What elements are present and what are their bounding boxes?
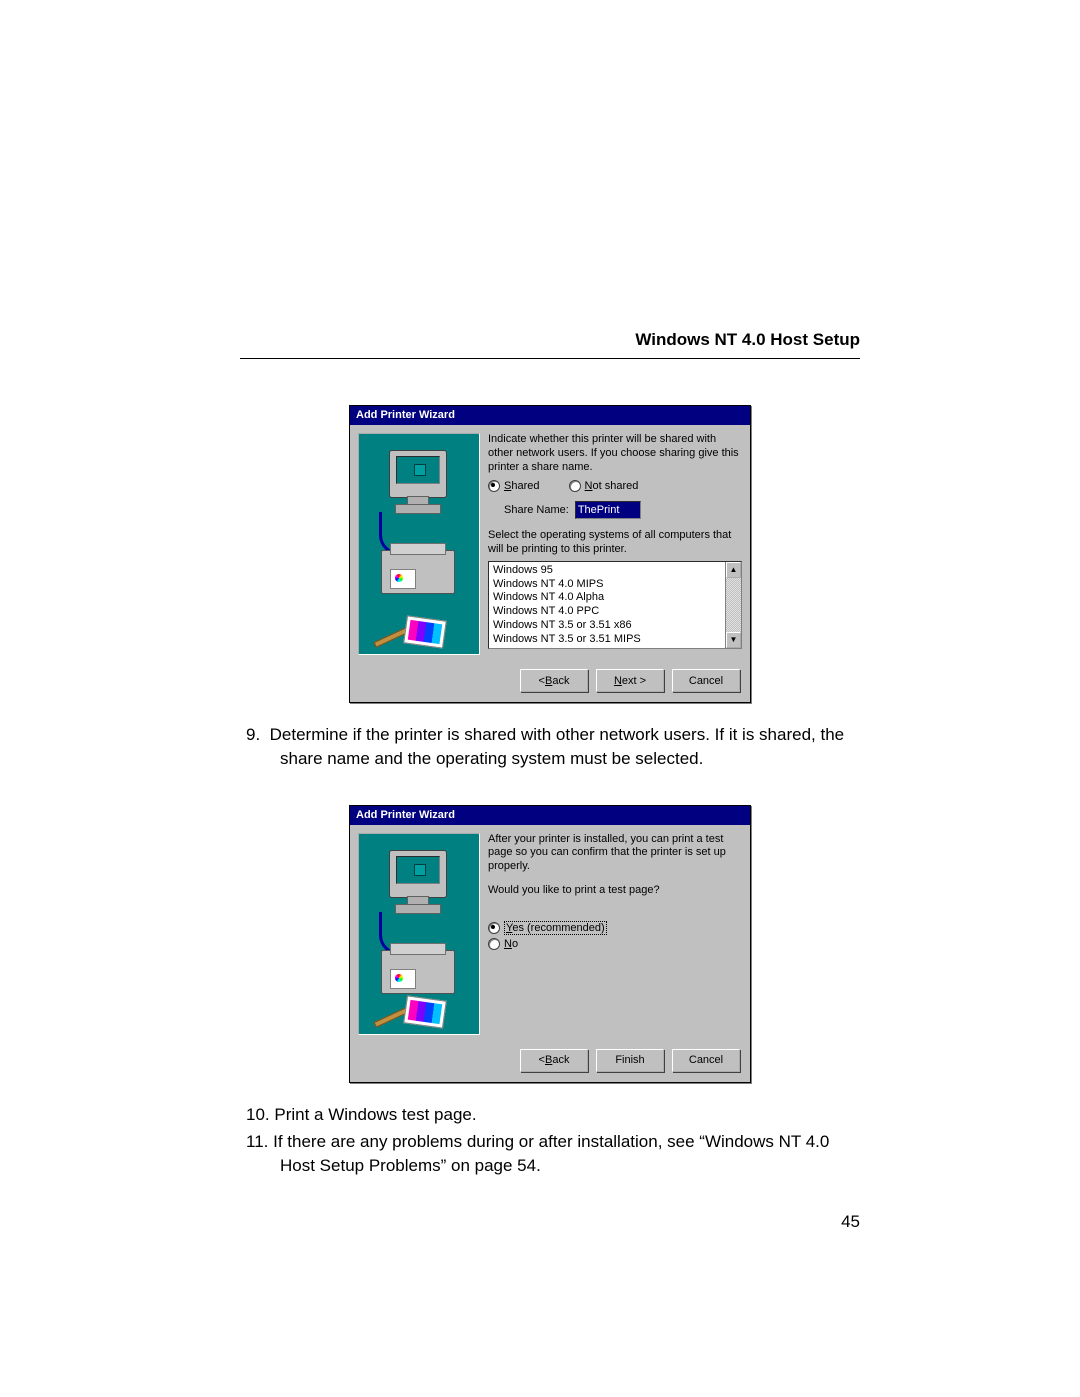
radio-icon: [488, 938, 500, 950]
add-printer-wizard-testpage-dialog: Add Printer Wizard After your printer is…: [349, 805, 751, 1083]
radio-icon: [488, 922, 500, 934]
dialog-titlebar: Add Printer Wizard: [350, 406, 750, 425]
radio-not-shared[interactable]: Not shared: [569, 480, 639, 492]
wizard-illustration: [358, 833, 480, 1035]
add-printer-wizard-share-dialog: Add Printer Wizard Indicate whether this…: [349, 405, 751, 703]
cancel-button[interactable]: Cancel: [672, 669, 740, 692]
share-name-input[interactable]: [575, 501, 641, 519]
header-divider: [240, 358, 860, 359]
radio-no[interactable]: No: [488, 938, 742, 950]
os-list-item[interactable]: Windows NT 4.0 MIPS: [493, 578, 721, 592]
os-list-item[interactable]: Windows NT 4.0 Alpha: [493, 591, 721, 605]
scroll-down-icon[interactable]: ▼: [726, 632, 741, 648]
scrollbar[interactable]: ▲ ▼: [725, 562, 741, 648]
back-button[interactable]: < Back: [520, 669, 588, 692]
step-10: Print a Windows test page.: [276, 1103, 860, 1127]
dialog-titlebar: Add Printer Wizard: [350, 806, 750, 825]
cancel-button[interactable]: Cancel: [672, 1049, 740, 1072]
page-header: Windows NT 4.0 Host Setup: [240, 330, 860, 350]
radio-shared[interactable]: Shared: [488, 480, 539, 492]
next-button[interactable]: Next >: [596, 669, 664, 692]
step-11: If there are any problems during or afte…: [276, 1130, 860, 1178]
radio-icon: [569, 480, 581, 492]
os-list-item[interactable]: Windows NT 3.5 or 3.51 x86: [493, 619, 721, 633]
page-number: 45: [240, 1212, 860, 1232]
os-select-label: Select the operating systems of all comp…: [488, 529, 742, 557]
radio-yes[interactable]: Yes (recommended): [488, 922, 742, 934]
scroll-up-icon[interactable]: ▲: [726, 562, 741, 578]
os-listbox[interactable]: Windows 95Windows NT 4.0 MIPSWindows NT …: [488, 561, 742, 649]
back-button[interactable]: < Back: [520, 1049, 588, 1072]
testpage-text-2: Would you like to print a test page?: [488, 884, 742, 898]
step-9: Determine if the printer is shared with …: [276, 723, 860, 771]
os-list-item[interactable]: Windows NT 3.5 or 3.51 MIPS: [493, 633, 721, 647]
radio-icon: [488, 480, 500, 492]
testpage-text-1: After your printer is installed, you can…: [488, 833, 742, 874]
finish-button[interactable]: Finish: [596, 1049, 664, 1072]
share-name-label: Share Name:: [504, 504, 569, 516]
os-list-item[interactable]: Windows 95: [493, 564, 721, 578]
os-list-item[interactable]: Windows NT 4.0 PPC: [493, 605, 721, 619]
wizard-illustration: [358, 433, 480, 655]
share-instruction: Indicate whether this printer will be sh…: [488, 433, 742, 474]
